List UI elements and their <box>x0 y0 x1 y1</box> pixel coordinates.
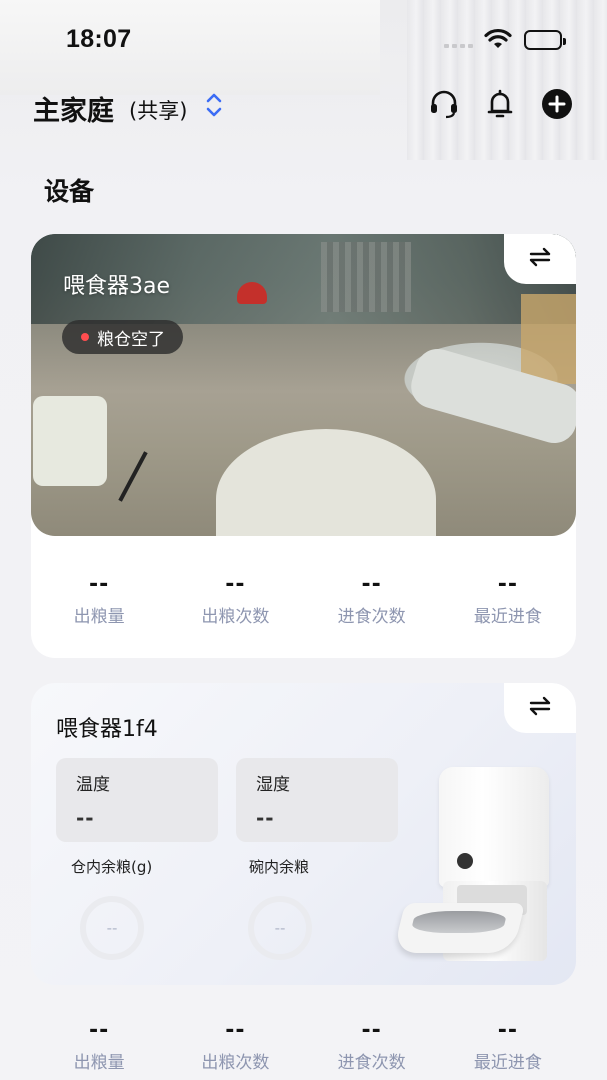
section-title: 设备 <box>44 177 95 206</box>
stat-item: -- 进食次数 <box>304 1018 440 1073</box>
stat-item: -- 出粮次数 <box>167 1018 303 1073</box>
device-card[interactable]: 喂食器1f4 温度 -- 湿度 -- 仓内余粮(g) 碗内余粮 -- -- <box>31 683 576 985</box>
stat-label: 最近进食 <box>473 1053 542 1073</box>
stat-label: 出粮量 <box>73 1053 125 1073</box>
view-switch-button[interactable] <box>504 234 576 284</box>
chevron-up-down-icon[interactable] <box>203 90 225 124</box>
bowl-remaining-gauge: -- <box>248 896 312 960</box>
device-name: 喂食器1f4 <box>56 717 158 742</box>
temperature-value: -- <box>76 806 95 830</box>
stat-label: 出粮量 <box>73 607 125 627</box>
bell-icon[interactable] <box>484 88 516 120</box>
cellular-signal-icon <box>444 44 474 48</box>
stat-value: -- <box>88 1018 110 1043</box>
swap-arrows-icon <box>528 247 552 271</box>
stat-item: -- 出粮次数 <box>167 572 303 627</box>
swap-arrows-icon <box>528 696 552 720</box>
stat-label: 出粮次数 <box>201 607 270 627</box>
bowl-remaining-label: 碗内余粮 <box>249 858 310 876</box>
plus-circle-icon[interactable] <box>541 88 573 120</box>
stat-item: -- 最近进食 <box>440 572 576 627</box>
humidity-label: 湿度 <box>256 775 290 795</box>
stat-value: -- <box>361 572 382 597</box>
wifi-icon <box>484 28 512 54</box>
stat-value: -- <box>225 1018 246 1043</box>
home-shared-label: (共享) <box>129 99 188 123</box>
stat-item: -- 出粮量 <box>31 1018 167 1073</box>
stats-row: -- 出粮量 -- 出粮次数 -- 进食次数 -- 最近进食 <box>31 1018 576 1073</box>
temperature-label: 温度 <box>76 775 110 795</box>
humidity-value: -- <box>256 806 275 830</box>
status-bar: 18:07 <box>0 0 607 80</box>
stat-item: -- 出粮量 <box>31 572 167 627</box>
humidity-box: 湿度 -- <box>236 758 398 842</box>
device-card[interactable]: 喂食器3ae 粮仓空了 -- 出粮量 -- 出粮次数 -- 进食次数 -- 最近… <box>31 234 576 658</box>
stat-label: 进食次数 <box>337 1053 406 1073</box>
status-badge: 粮仓空了 <box>62 320 183 354</box>
camera-preview[interactable]: 喂食器3ae 粮仓空了 <box>31 234 576 536</box>
status-badge-text: 粮仓空了 <box>97 329 165 350</box>
view-switch-button[interactable] <box>504 683 576 733</box>
feeder-device-image <box>392 763 549 973</box>
stat-item: -- 进食次数 <box>304 572 440 627</box>
stats-row: -- 出粮量 -- 出粮次数 -- 进食次数 -- 最近进食 <box>31 572 576 627</box>
home-title[interactable]: 主家庭 <box>33 89 114 128</box>
stat-label: 最近进食 <box>473 607 542 627</box>
bin-remaining-value: -- <box>106 919 118 937</box>
battery-icon <box>524 30 566 50</box>
stat-value: -- <box>225 572 246 597</box>
bowl-remaining-value: -- <box>274 919 286 937</box>
header: 主家庭 (共享) <box>0 80 607 136</box>
temperature-box: 温度 -- <box>56 758 218 842</box>
stat-value: -- <box>88 572 110 597</box>
stat-item: -- 最近进食 <box>440 1018 576 1073</box>
stat-value: -- <box>361 1018 382 1043</box>
headset-icon[interactable] <box>428 88 460 120</box>
stat-value: -- <box>497 572 518 597</box>
stat-label: 出粮次数 <box>201 1053 270 1073</box>
stat-label: 进食次数 <box>337 607 406 627</box>
device-name: 喂食器3ae <box>63 274 171 299</box>
status-time: 18:07 <box>66 25 132 53</box>
stat-value: -- <box>497 1018 518 1043</box>
bin-remaining-label: 仓内余粮(g) <box>71 858 153 876</box>
alert-dot-icon <box>81 333 89 341</box>
bin-remaining-gauge: -- <box>80 896 144 960</box>
